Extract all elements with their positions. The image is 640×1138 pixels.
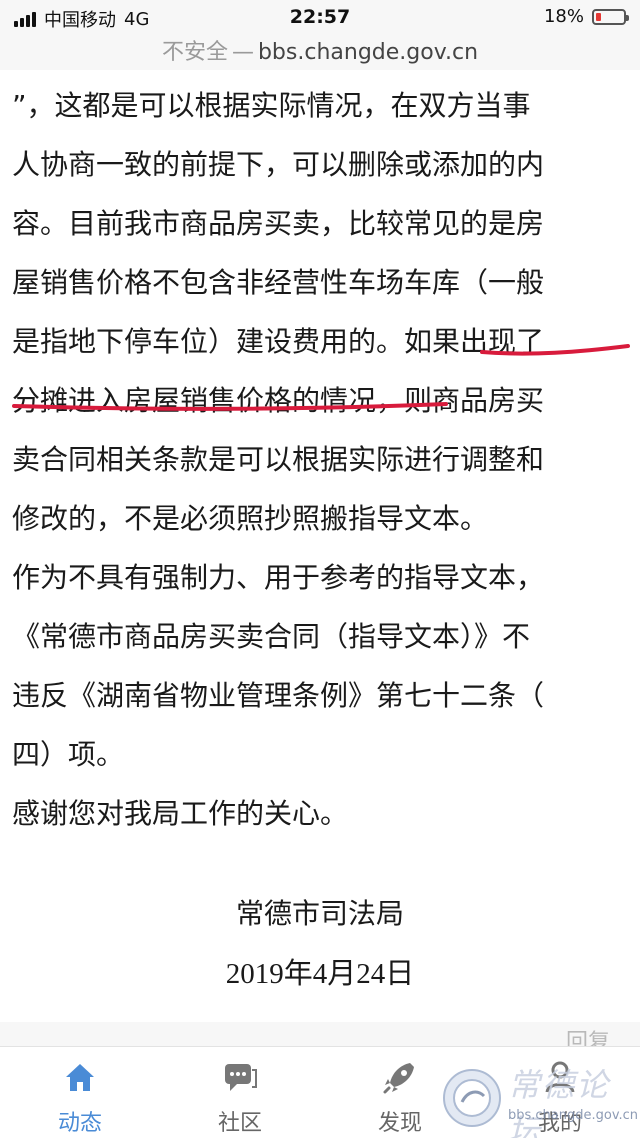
article-line: 人协商一致的前提下，可以删除或添加的内 bbox=[12, 148, 545, 181]
signature-organization: 常德市司法局 bbox=[235, 897, 404, 930]
home-icon bbox=[66, 1064, 94, 1091]
rocket-icon bbox=[383, 1063, 414, 1094]
article-line: 《常德市商品房买卖合同（指导文本）》不 bbox=[12, 620, 531, 653]
article-line: 是指地下停车位）建设费用的。如果出现了 bbox=[12, 325, 545, 358]
article-line: 容。目前我市商品房买卖，比较常见的是房 bbox=[12, 207, 545, 240]
article-line: 屋销售价格不包含非经营性车场车库（一般 bbox=[12, 266, 545, 299]
tab-label: 发现 bbox=[377, 1111, 422, 1136]
page-content: ”，这都是可以根据实际情况，在双方当事 人协商一致的前提下，可以删除或添加的内 … bbox=[0, 70, 640, 1022]
url-separator: — bbox=[231, 40, 254, 65]
insecure-label: 不安全 bbox=[161, 40, 228, 65]
article-line: ”，这都是可以根据实际情况，在双方当事 bbox=[12, 89, 531, 122]
status-right: 18% bbox=[543, 6, 629, 27]
battery-percent: 18% bbox=[543, 6, 584, 27]
tab-community[interactable]: 社区 bbox=[180, 1057, 300, 1137]
article-line: 四）项。 bbox=[12, 738, 125, 771]
forum-logo-icon bbox=[443, 1069, 501, 1127]
battery-icon bbox=[592, 8, 629, 25]
chat-icon bbox=[225, 1064, 257, 1091]
article-line: 感谢您对我局工作的关心。 bbox=[12, 797, 349, 830]
article-line: 卖合同相关条款是可以根据实际进行调整和 bbox=[12, 443, 545, 476]
watermark-title: 常德论坛 bbox=[508, 1066, 611, 1138]
address-bar[interactable]: 不安全 — bbs.changde.gov.cn bbox=[0, 34, 640, 70]
watermark-url: bbs.changde.gov.cn bbox=[508, 1108, 639, 1123]
tab-dynamic[interactable]: 动态 bbox=[20, 1057, 140, 1137]
article-line: 分摊进入房屋销售价格的情况，则商品房买 bbox=[12, 384, 545, 417]
forum-watermark: 常德论坛 bbs.changde.gov.cn bbox=[440, 1060, 638, 1138]
tab-label: 社区 bbox=[217, 1111, 262, 1136]
signature-date: 2019年4月24日 bbox=[225, 958, 415, 990]
article-line: 修改的，不是必须照抄照搬指导文本。 bbox=[12, 502, 489, 535]
article-line: 作为不具有强制力、用于参考的指导文本， bbox=[12, 561, 545, 594]
status-bar: 中国移动 4G 22:57 18% bbox=[0, 0, 640, 34]
url-domain: bbs.changde.gov.cn bbox=[257, 40, 479, 65]
article-line: 违反《湖南省物业管理条例》第七十二条（ bbox=[12, 679, 545, 712]
article-body: ”，这都是可以根据实际情况，在双方当事 人协商一致的前提下，可以删除或添加的内 … bbox=[12, 76, 632, 843]
screen: 中国移动 4G 22:57 18% 不安全 — bbs.changde.gov.cn… bbox=[0, 0, 640, 1138]
battery-fill bbox=[596, 12, 601, 21]
tab-label: 动态 bbox=[57, 1111, 102, 1136]
